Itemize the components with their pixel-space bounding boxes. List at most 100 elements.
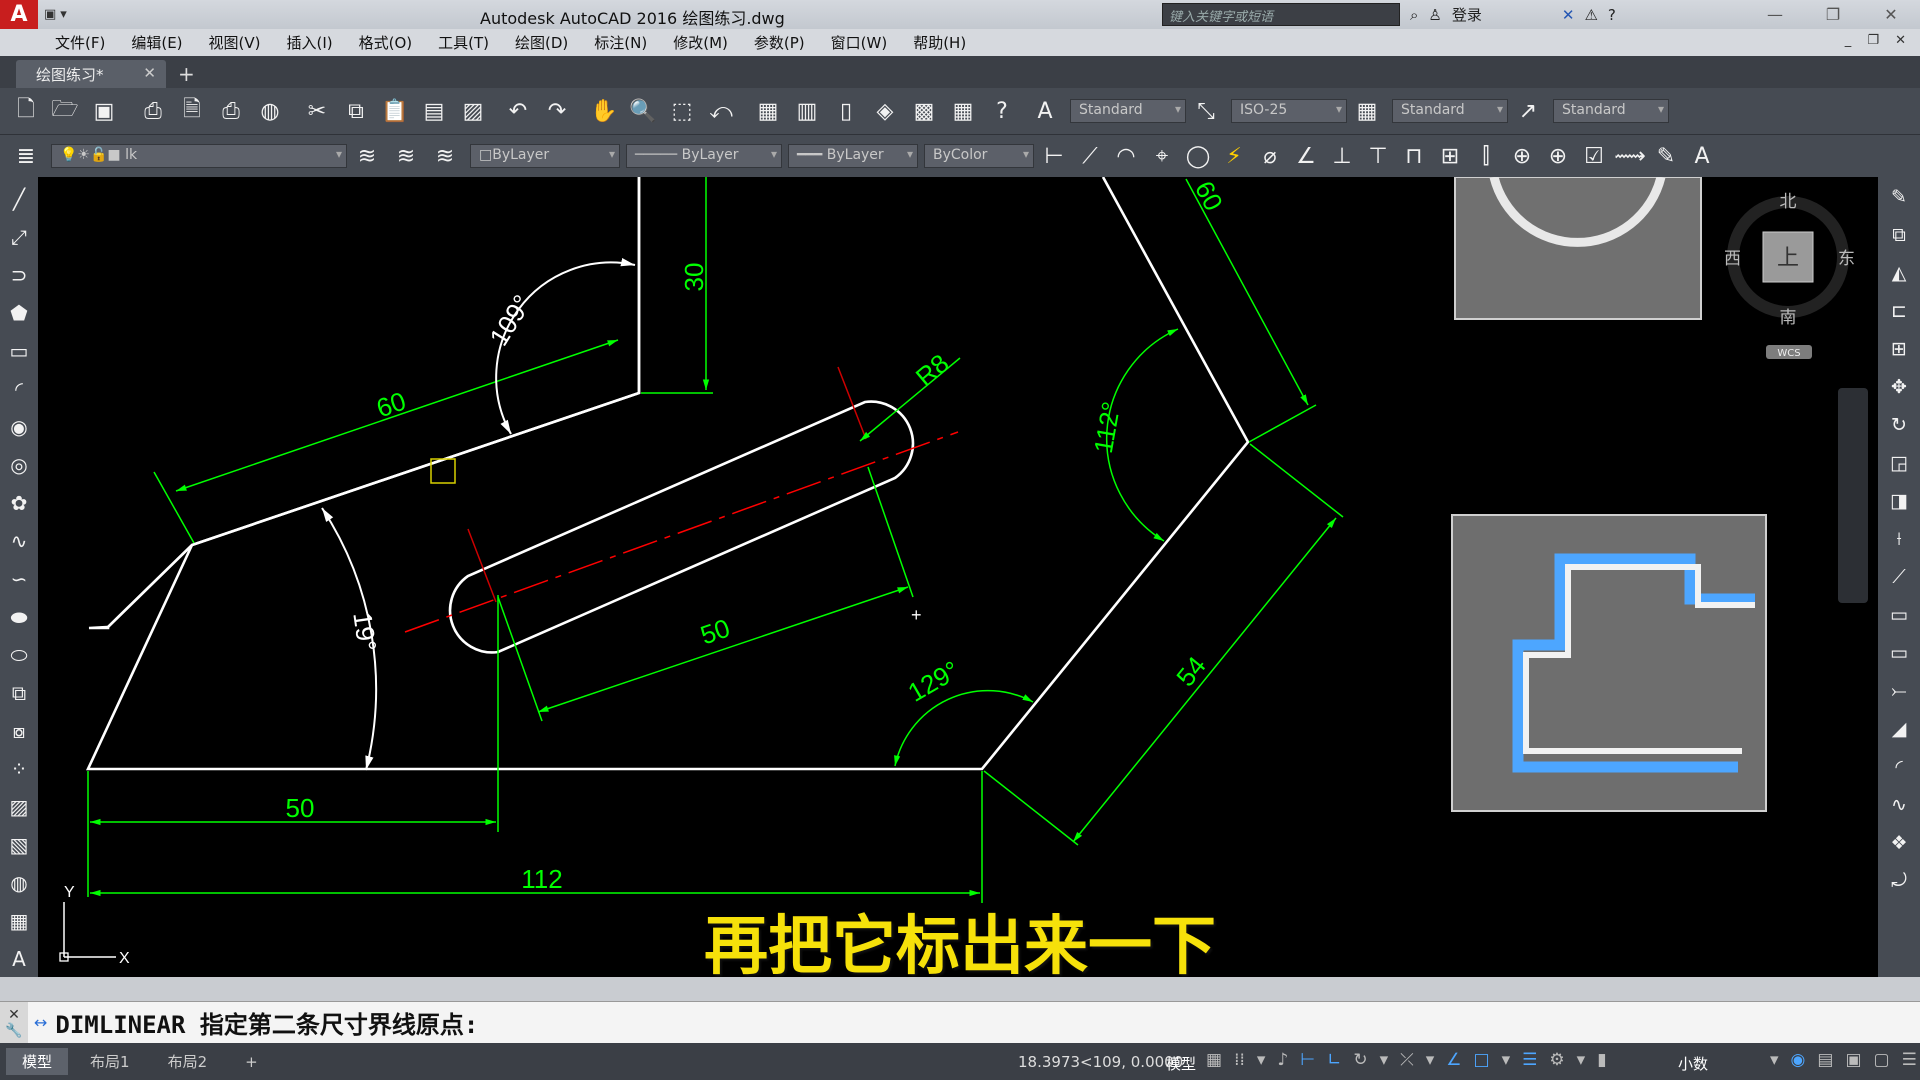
dim-baseline-icon[interactable]: ⊤	[1364, 142, 1392, 170]
save-icon[interactable]: ▣	[90, 97, 118, 125]
plotstyle-select[interactable]: ByColor	[924, 144, 1034, 168]
inspect-icon[interactable]: ☑	[1580, 142, 1608, 170]
stretch-icon[interactable]: ◨	[1884, 487, 1914, 514]
dim-50-slot-text[interactable]: 50	[697, 613, 734, 651]
dim-space-icon[interactable]: ⊞	[1436, 142, 1464, 170]
ortho-icon[interactable]: ∟	[1327, 1050, 1341, 1070]
dim-aligned-icon[interactable]: ⟋	[1076, 142, 1104, 170]
grid-icon[interactable]: ▦	[1206, 1050, 1222, 1070]
cloud-icon[interactable]: ✿	[4, 489, 34, 517]
hardware-accel-icon[interactable]: ▣	[1845, 1050, 1861, 1070]
layer-previous-icon[interactable]: ≋	[392, 142, 420, 170]
table-style-select[interactable]: Standard	[1392, 99, 1508, 123]
tab-model[interactable]: 模型	[6, 1048, 69, 1075]
dim-112-bottom-text[interactable]: 112	[521, 864, 562, 894]
command-line[interactable]: ✕ 🔧 ↔ DIMLINEAR 指定第二条尺寸界线原点:	[0, 1001, 1920, 1044]
explode-icon[interactable]: ❖	[1884, 829, 1914, 856]
isolate-objects-icon[interactable]: ▤	[1817, 1050, 1833, 1070]
menu-draw[interactable]: 绘图(D)	[502, 32, 581, 53]
osnap-tracking-icon[interactable]: ∠	[1446, 1050, 1461, 1070]
dim-109-text[interactable]: 109°	[483, 289, 537, 351]
fillet-icon[interactable]: ◜	[1884, 753, 1914, 780]
properties-icon[interactable]: ▦	[754, 97, 782, 125]
table-style-icon[interactable]: ▦	[1353, 97, 1381, 125]
polygon-icon[interactable]: ⬟	[4, 299, 34, 327]
layer-states-icon[interactable]: ≋	[431, 142, 459, 170]
help-icon[interactable]: ?	[1608, 6, 1616, 24]
part-outline[interactable]	[88, 177, 641, 630]
dim-continue-icon[interactable]: ⊓	[1400, 142, 1428, 170]
drawing-svg[interactable]: 30 60 109° R8 19° 50 + 60 112° 129° 54 5…	[38, 177, 1878, 977]
new-icon[interactable]: 🗋	[12, 97, 40, 125]
clean-screen-icon[interactable]: ▢	[1874, 1050, 1890, 1070]
paste-icon[interactable]: 📋	[381, 97, 409, 125]
units-select[interactable]: 小数	[1678, 1053, 1708, 1074]
slot-outline[interactable]	[448, 400, 915, 654]
dim-text-edit-icon[interactable]: A	[1688, 142, 1716, 170]
donut-icon[interactable]: ◎	[4, 451, 34, 479]
isodraft-dropdown-icon[interactable]: ▾	[1426, 1050, 1435, 1070]
ellipse-arc-icon[interactable]: ⬭	[4, 641, 34, 669]
scale-icon[interactable]: ◲	[1884, 449, 1914, 476]
circle-icon[interactable]: ◉	[4, 413, 34, 441]
text-style-icon[interactable]: A	[1031, 97, 1059, 125]
chamfer-icon[interactable]: ◢	[1884, 715, 1914, 742]
dim-60-left-text[interactable]: 60	[373, 386, 410, 424]
offset-icon[interactable]: ⊏	[1884, 297, 1914, 324]
break-point-icon[interactable]: ▭	[1884, 601, 1914, 628]
make-block-icon[interactable]: ⧇	[4, 717, 34, 745]
polar-dropdown-icon[interactable]: ▾	[1380, 1050, 1389, 1070]
lineweight-icon[interactable]: ☰	[1522, 1050, 1537, 1070]
dim-style-icon[interactable]: ⤡	[1192, 97, 1220, 125]
layer-select[interactable]: 💡☀🔓■ lk	[51, 144, 347, 168]
match-icon[interactable]: ▤	[420, 97, 448, 125]
quick-dim-icon[interactable]: ⊥	[1328, 142, 1356, 170]
new-tab-button[interactable]: +	[178, 62, 195, 86]
quick-access-dropdown-icon[interactable]: ▾	[60, 7, 67, 22]
dynamic-input-icon[interactable]: ⊢	[1300, 1050, 1315, 1070]
signin-button[interactable]: 登录	[1452, 4, 1482, 25]
user-icon[interactable]: ♙	[1428, 6, 1441, 24]
preview-icon[interactable]: 🗎	[178, 97, 206, 125]
redo-icon[interactable]: ↷	[543, 97, 571, 125]
menu-edit[interactable]: 编辑(E)	[118, 32, 195, 53]
rotate-icon[interactable]: ↻	[1884, 411, 1914, 438]
open-icon[interactable]: 🗁	[51, 97, 79, 125]
navigation-bar[interactable]	[1838, 388, 1868, 603]
tool-palette-icon[interactable]: ▯	[832, 97, 860, 125]
mleader-style-select[interactable]: Standard	[1553, 99, 1669, 123]
layer-properties-icon[interactable]: ≣	[12, 142, 40, 170]
dim-60-right-text[interactable]: 60	[1189, 177, 1229, 216]
block-icon[interactable]: ▨	[459, 97, 487, 125]
linetype-select[interactable]: ───── ByLayer	[626, 144, 782, 168]
zoom-realtime-icon[interactable]: 🔍	[629, 97, 657, 125]
join-icon[interactable]: ⤚	[1884, 677, 1914, 704]
dim-50-bottom-text[interactable]: 50	[286, 793, 315, 823]
copy-object-icon[interactable]: ⧉	[1884, 221, 1914, 248]
center-mark-icon[interactable]: ⊕	[1544, 142, 1572, 170]
color-select[interactable]: □ByLayer	[470, 144, 620, 168]
edit-polyline-icon[interactable]: ⤾	[1884, 867, 1914, 894]
publish-icon[interactable]: ◍	[256, 97, 284, 125]
cut-icon[interactable]: ✂	[303, 97, 331, 125]
wrench-icon[interactable]: 🔧	[5, 1023, 22, 1039]
array-icon[interactable]: ⊞	[1884, 335, 1914, 362]
dim-129-text[interactable]: 129°	[903, 655, 965, 708]
application-menu-button[interactable]: A	[0, 0, 38, 29]
copy-icon[interactable]: ⧉	[342, 97, 370, 125]
region-icon[interactable]: ◍	[4, 869, 34, 897]
mleader-style-icon[interactable]: ↗	[1514, 97, 1542, 125]
menu-help[interactable]: 帮助(H)	[900, 32, 979, 53]
close-icon[interactable]: ✕	[8, 1007, 20, 1023]
close-button[interactable]: ✕	[1862, 0, 1920, 29]
dim-ordinate-icon[interactable]: ⌖	[1148, 142, 1176, 170]
units-dropdown-icon[interactable]: ▾	[1770, 1050, 1779, 1070]
tab-layout1[interactable]: 布局1	[74, 1048, 146, 1075]
markup-icon[interactable]: ▩	[910, 97, 938, 125]
extend-icon[interactable]: ⟋	[1884, 563, 1914, 590]
arc-icon[interactable]: ◜	[4, 375, 34, 403]
viewcube-south[interactable]: 南	[1780, 308, 1797, 328]
dim-linear-icon[interactable]: ⊢	[1040, 142, 1068, 170]
make-current-layer-icon[interactable]: ≋	[353, 142, 381, 170]
spline-icon[interactable]: ∿	[4, 527, 34, 555]
